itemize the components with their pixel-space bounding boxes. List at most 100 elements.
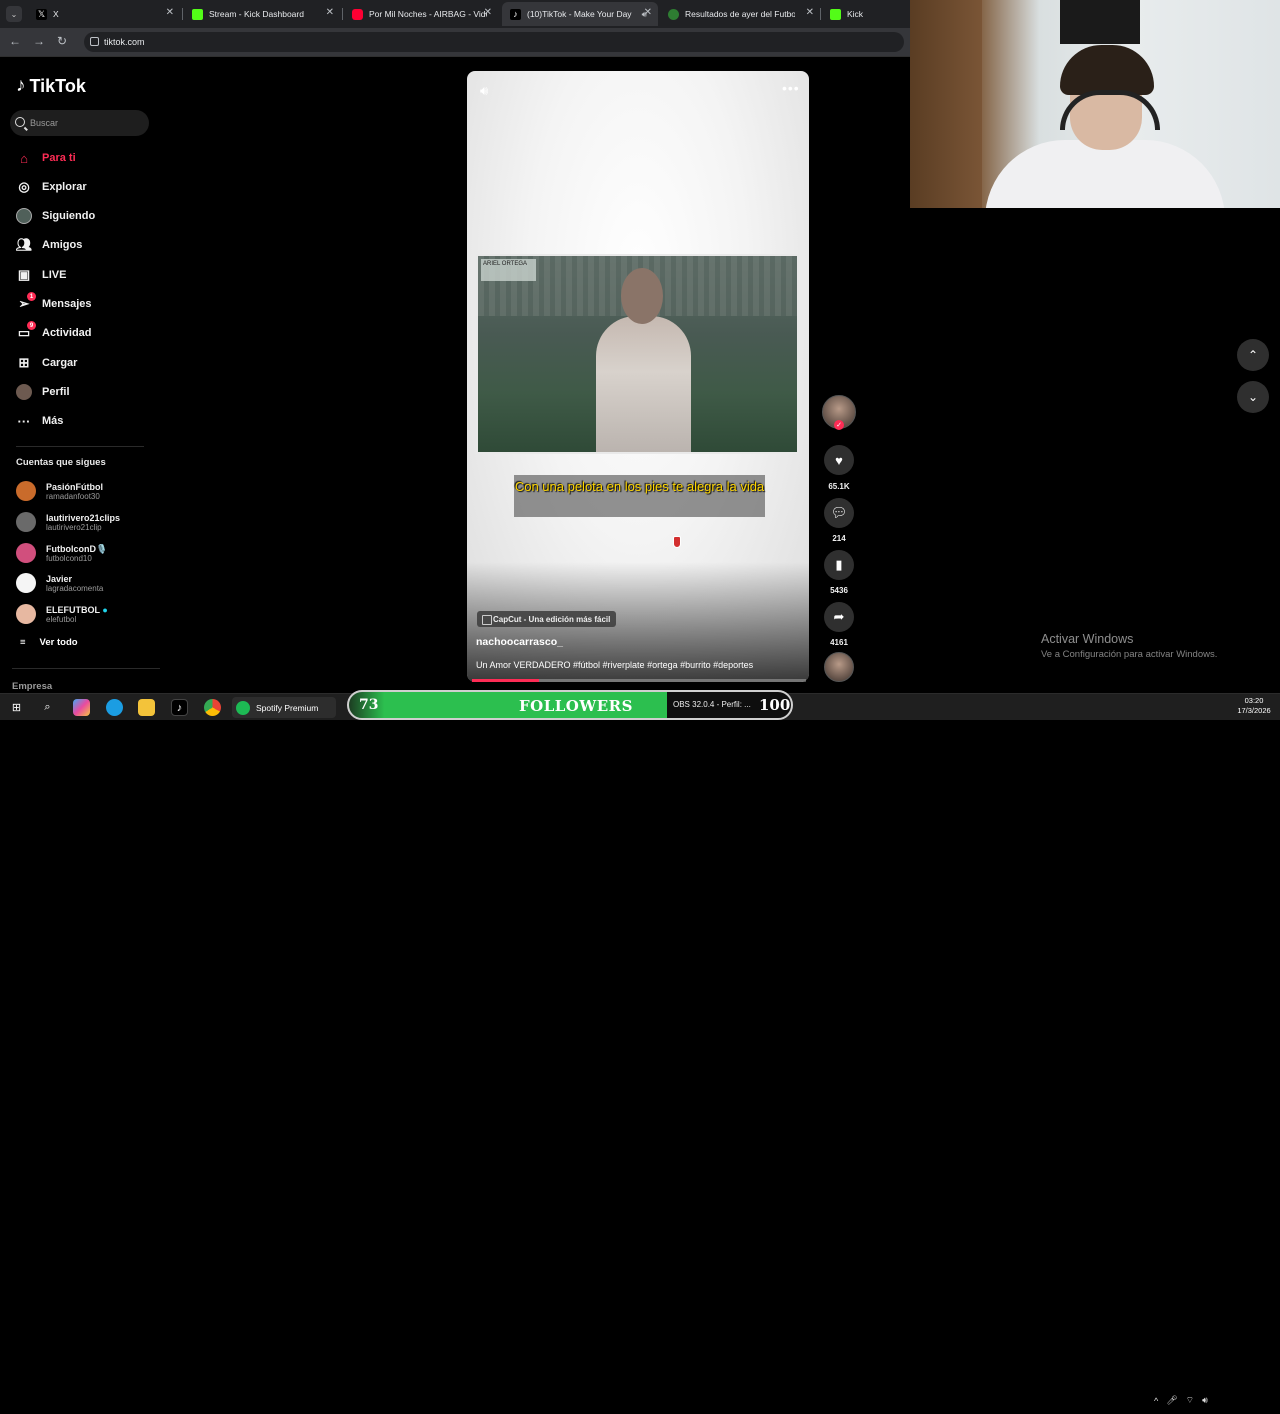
browser-tab-bar: ⌄ 𝕏 X ✕ Stream - Kick Dashboard ✕ Por Mi… bbox=[0, 0, 910, 28]
nav-label: Perfil bbox=[42, 386, 70, 398]
follow-icon[interactable]: ✓ bbox=[834, 420, 844, 430]
music-disc-avatar[interactable] bbox=[824, 652, 854, 682]
bookmark-button[interactable]: ▮ bbox=[824, 550, 854, 580]
network-icon[interactable]: ⌔ bbox=[1186, 1395, 1194, 1406]
following-account[interactable]: lautirivero21clips lautirivero21clip bbox=[16, 509, 120, 535]
tab-x[interactable]: 𝕏 X ✕ bbox=[28, 2, 180, 26]
close-tab-icon[interactable]: ✕ bbox=[484, 7, 492, 18]
tab-resultados[interactable]: Resultados de ayer del Futbol A ✕ bbox=[660, 2, 820, 26]
nav-live[interactable]: ▣ LIVE bbox=[16, 265, 67, 285]
share-button[interactable]: ➦ bbox=[824, 602, 854, 632]
tab-title: Por Mil Noches - AIRBAG - Vide bbox=[369, 9, 487, 19]
nav-label: LIVE bbox=[42, 269, 67, 281]
clock-time: 03:20 bbox=[1244, 696, 1264, 705]
nav-explorar[interactable]: ◎ Explorar bbox=[16, 177, 86, 197]
close-tab-icon[interactable]: ✕ bbox=[166, 7, 174, 18]
spotify-taskbar-button[interactable]: Spotify Premium bbox=[232, 697, 336, 718]
volume-icon[interactable]: 🔊︎ bbox=[480, 83, 488, 99]
volume-icon[interactable]: 🔊︎ bbox=[1202, 1395, 1208, 1406]
tab-youtube[interactable]: Por Mil Noches - AIRBAG - Vide ✕ bbox=[344, 2, 498, 26]
tab-kick-dashboard[interactable]: Stream - Kick Dashboard ✕ bbox=[184, 2, 340, 26]
previous-video-button[interactable]: ⌃ bbox=[1237, 339, 1269, 371]
search-input[interactable]: Buscar bbox=[10, 110, 149, 136]
chevron-up-icon[interactable]: ^ bbox=[1154, 1396, 1158, 1406]
followers-label: FOLLOWERS bbox=[519, 697, 633, 715]
sidebar-divider bbox=[16, 446, 144, 447]
followers-goal-bar: 73 FOLLOWERS OBS 32.0.4 - Perfil: ... 10… bbox=[347, 690, 793, 720]
upload-icon: ⊞ bbox=[18, 355, 30, 370]
footer-company[interactable]: Empresa bbox=[12, 681, 52, 692]
capcut-tag[interactable]: CapCut - Una edición más fácil bbox=[477, 611, 617, 627]
avatar bbox=[16, 481, 36, 501]
account-name: lautirivero21clips bbox=[46, 512, 121, 523]
share-count: 4161 bbox=[830, 638, 848, 647]
search-icon[interactable]: ⌕ bbox=[39, 699, 56, 716]
account-handle: elefutbol bbox=[46, 614, 77, 624]
following-account[interactable]: PasiónFútbol ramadanfoot30 bbox=[16, 478, 103, 504]
copilot-icon[interactable] bbox=[73, 699, 90, 716]
account-handle: futbolcond10 bbox=[46, 553, 92, 563]
video-author[interactable]: nachoocarrasco_ bbox=[476, 636, 563, 648]
youtube-logo-icon bbox=[352, 8, 363, 20]
video-progress-bar[interactable] bbox=[472, 679, 806, 682]
following-account[interactable]: FutbolconD🎙️ futbolcond10 bbox=[16, 540, 107, 566]
nav-siguiendo[interactable]: Siguiendo bbox=[16, 206, 95, 226]
close-tab-icon[interactable]: ✕ bbox=[644, 7, 652, 18]
next-video-button[interactable]: ⌄ bbox=[1237, 381, 1269, 413]
nav-para-ti[interactable]: ⌂ Para ti bbox=[16, 148, 76, 168]
more-options-icon[interactable]: ••• bbox=[782, 80, 800, 96]
url-bar[interactable]: tiktok.com bbox=[84, 32, 904, 52]
back-icon[interactable]: ← bbox=[9, 34, 21, 48]
spotify-label: Spotify Premium bbox=[256, 702, 319, 713]
close-tab-icon[interactable]: ✕ bbox=[806, 7, 814, 18]
sidebar-divider bbox=[12, 668, 160, 669]
account-name: ELEFUTBOL ● bbox=[46, 605, 108, 615]
nav-cargar[interactable]: ⊞ Cargar bbox=[16, 353, 78, 373]
kick-logo-icon bbox=[830, 8, 841, 20]
forward-icon[interactable]: → bbox=[33, 34, 45, 48]
avatar bbox=[16, 604, 36, 624]
tab-tiktok[interactable]: ♪ (10)TikTok - Make Your Day 🔊︎ ✕ bbox=[502, 2, 658, 26]
list-icon: ≡ bbox=[20, 637, 26, 648]
following-account[interactable]: Javier lagradacomenta bbox=[16, 570, 103, 596]
tab-title: Stream - Kick Dashboard bbox=[209, 9, 304, 19]
windows-start-icon[interactable]: ⊞ bbox=[8, 699, 25, 716]
nav-mensajes[interactable]: ➢ 1 Mensajes bbox=[16, 292, 92, 314]
activity-icon: ▭ 9 bbox=[16, 321, 36, 341]
account-name: FutbolconD🎙️ bbox=[46, 543, 108, 554]
microphone-icon[interactable]: 🎤︎ bbox=[1166, 1395, 1177, 1406]
tiktok-icon[interactable]: ♪ bbox=[171, 699, 188, 716]
close-tab-icon[interactable]: ✕ bbox=[326, 7, 334, 18]
comment-button[interactable]: 💬︎ bbox=[824, 498, 854, 528]
edge-icon[interactable] bbox=[106, 699, 123, 716]
tiktok-logo-icon: ♪ bbox=[510, 8, 521, 20]
comment-count: 214 bbox=[832, 534, 846, 543]
see-all-link[interactable]: ≡ Ver todo bbox=[20, 637, 78, 648]
compass-icon: ◎ bbox=[18, 179, 30, 194]
reload-icon[interactable]: ↻ bbox=[57, 34, 67, 48]
nav-label: Más bbox=[42, 415, 64, 427]
tab-title: Kick bbox=[847, 9, 864, 19]
chrome-icon[interactable] bbox=[204, 699, 221, 716]
following-account[interactable]: ELEFUTBOL ● elefutbol bbox=[16, 601, 108, 627]
account-name: Javier bbox=[46, 573, 73, 584]
nav-mas[interactable]: ··· Más bbox=[16, 411, 64, 431]
spotify-icon bbox=[236, 700, 250, 715]
avatar bbox=[16, 512, 36, 532]
tab-kick[interactable]: Kick bbox=[822, 2, 910, 26]
obs-window-label[interactable]: OBS 32.0.4 - Perfil: ... bbox=[673, 700, 751, 709]
system-tray: ^ 🎤︎ ⌔ 🔊︎ bbox=[1154, 1387, 1208, 1414]
nav-amigos[interactable]: 👥︎ Amigos bbox=[16, 235, 83, 255]
nav-actividad[interactable]: ▭ 9 Actividad bbox=[16, 321, 92, 343]
clock-date: 17/3/2026 bbox=[1237, 706, 1271, 715]
tab-search-button[interactable]: ⌄ bbox=[6, 6, 22, 22]
player-head bbox=[621, 268, 663, 324]
account-handle: ramadanfoot30 bbox=[46, 491, 100, 501]
like-button[interactable]: ♥ bbox=[824, 445, 854, 475]
file-explorer-icon[interactable] bbox=[138, 699, 155, 716]
nav-perfil[interactable]: Perfil bbox=[16, 382, 70, 402]
tiktok-logo[interactable]: ♪ TikTok bbox=[16, 75, 86, 97]
live-icon: ▣ bbox=[17, 267, 31, 282]
site-info-icon[interactable] bbox=[90, 37, 99, 46]
taskbar-clock[interactable]: 03:20 17/3/2026 bbox=[1234, 696, 1274, 716]
